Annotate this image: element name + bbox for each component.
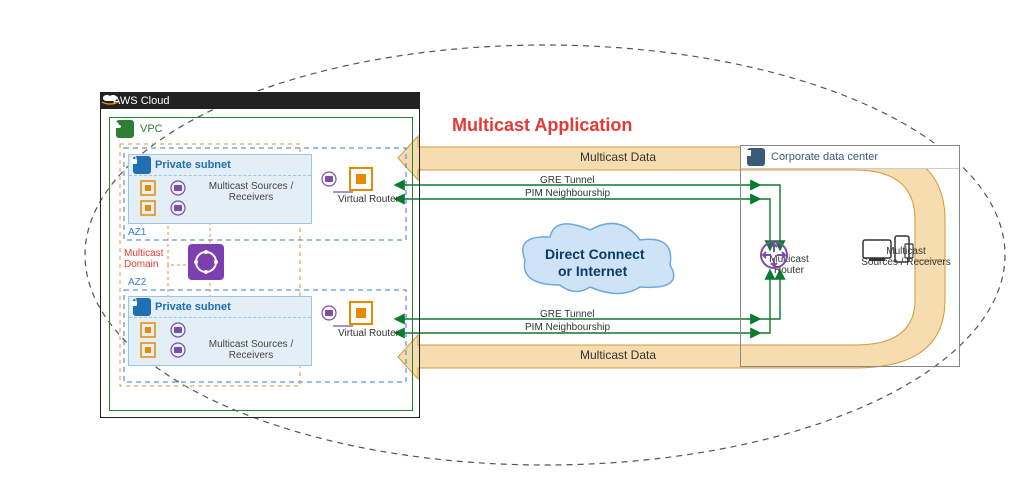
corp-header: Corporate data center [741,146,959,169]
building-icon [747,148,765,166]
subnet-header-az1: Private subnet [129,155,311,176]
aws-cloud-label: AWS Cloud [113,95,169,107]
cloud-line1: Direct Connect [545,246,645,262]
virtual-router-label: Virtual Router [338,328,399,339]
az2-label: AZ2 [128,277,146,288]
gre-label-az1: GRE Tunnel [540,175,594,186]
multicast-sources-label: Multicast Sources / Receivers [201,181,301,203]
resources-az1: Multicast Sources / Receivers [135,177,305,221]
multicast-sources-label: Multicast Sources / Receivers [201,339,301,361]
pim-label-az1: PIM Neighbourship [525,188,610,199]
az1-label: AZ1 [128,227,146,238]
corp-endpoints: Multicast Sources / Receivers [861,232,951,268]
cloud-line2: or Internet [558,263,627,279]
multicast-data-label-top: Multicast Data [580,150,656,164]
corp-label: Corporate data center [771,151,878,163]
virtual-router-label: Virtual Router [338,194,399,205]
gre-label-az2: GRE Tunnel [540,309,594,320]
transit-gateway: TGW [188,244,232,269]
resources-az2: Multicast Sources / Receivers [135,319,305,363]
vpc-header: VPC [110,118,412,140]
private-subnet-az1: Private subnet Multicas [128,154,312,224]
multicast-router: Multicast Router [759,240,819,276]
diagram-title: Multicast Application [452,115,632,136]
lock-icon [133,298,151,316]
lock-icon [133,156,151,174]
multicast-data-label-bottom: Multicast Data [580,348,656,362]
diagram-canvas: Multicast Application AWS Cloud VPC [0,0,1024,501]
subnet-label: Private subnet [155,301,231,313]
private-subnet-az2: Private subnet Multicast Sources [128,296,312,366]
vpc-icon [116,120,134,138]
subnet-label: Private subnet [155,159,231,171]
subnet-header-az2: Private subnet [129,297,311,318]
corporate-data-center: Corporate data center Multicast Router M… [740,145,960,367]
vpc-label: VPC [140,123,163,135]
aws-cloud-header: AWS Cloud [101,93,419,109]
pim-label-az2: PIM Neighbourship [525,322,610,333]
multicast-domain-label: Multicast Domain [124,248,163,270]
